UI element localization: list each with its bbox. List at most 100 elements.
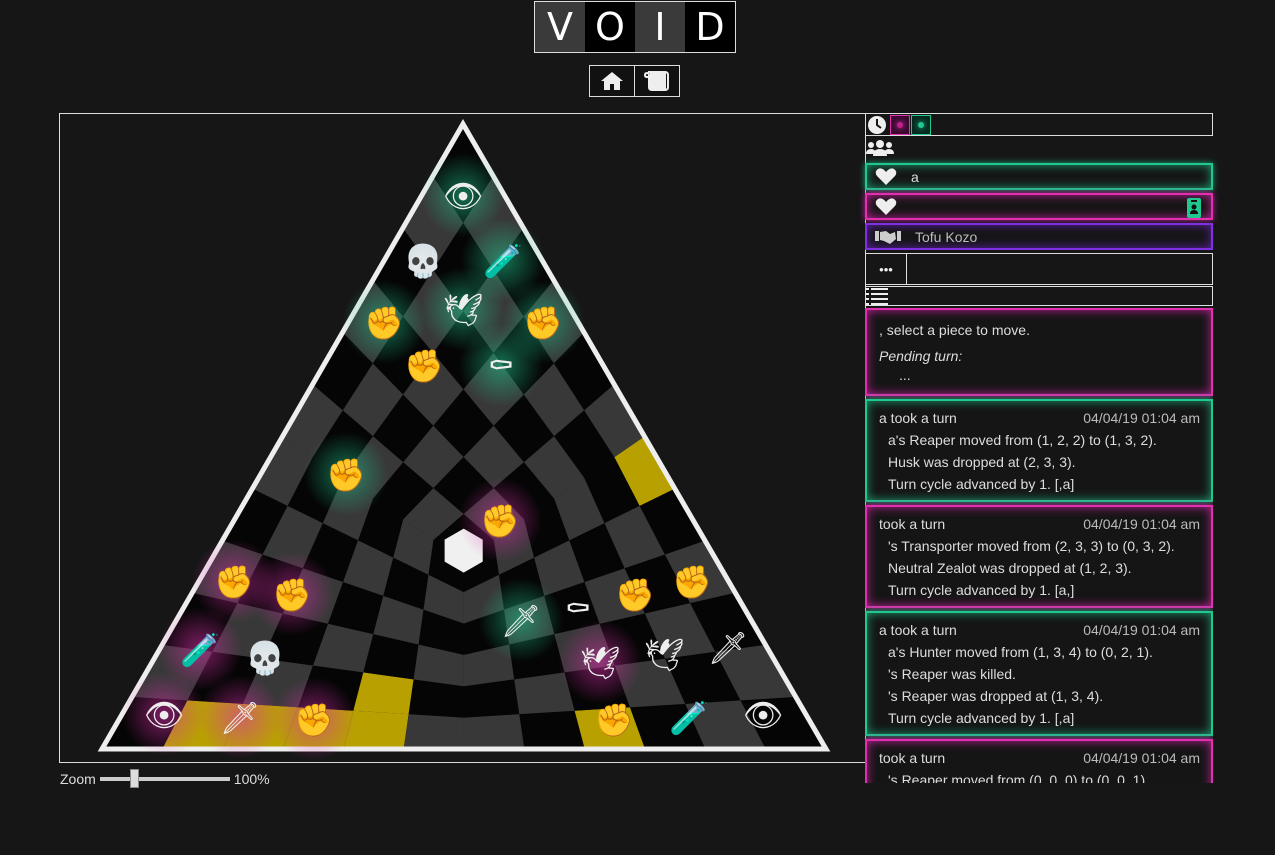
log-entry: a took a turn 04/04/19 01:04 am a's Reaper… [865,399,1213,502]
player-row-a[interactable]: a [865,163,1213,190]
pending-value: ... [899,367,911,383]
rules-button[interactable] [634,65,680,97]
fist-piece[interactable]: ✊ [404,347,444,385]
fist-icon: ✊ [615,576,655,614]
id-badge-icon [1187,198,1201,218]
pending-label: Pending turn: [879,348,963,364]
log-entries: a took a turn 04/04/19 01:04 am a's Reaper… [865,399,1213,783]
dagger-piece[interactable]: 🗡 [198,675,282,759]
side-panel: a Tofu Kozo ••• , select a piece to move… [865,113,1213,783]
heart-icon [875,167,897,185]
log-entry-header: a took a turn 04/04/19 01:04 am [879,410,1200,426]
green-timer-indicator [911,114,931,135]
more-button[interactable]: ••• [866,254,907,284]
log-entry-header: took a turn 04/04/19 01:04 am [879,750,1200,766]
log-entry: took a turn 04/04/19 01:04 am 's Transport… [865,505,1213,608]
dove-icon: 🕊 [644,636,685,674]
dove-piece[interactable]: 🕊 [644,636,685,674]
fist-piece[interactable]: ✊ [458,478,542,562]
fist-piece[interactable]: ✊ [615,576,655,614]
title-letter: O [585,2,635,52]
title-letter: I [635,2,685,52]
players-header [865,136,1213,160]
board-square[interactable] [353,672,414,715]
log-actor: took a turn [879,750,946,766]
board-svg: 👁💀 🧪✊ 🕊 ✊✊ ⚰✊✊✊ ✊🧪 💀👁 🗡 ✊🗡 ⚰ ✊ ✊🕊 🕊 🗡✊ 🧪 👁 [97,119,831,761]
log-actor: a took a turn [879,410,957,426]
fist-icon: ✊ [480,502,520,540]
zoom-label: Zoom [60,771,96,787]
log-timestamp: 04/04/19 01:04 am [1083,410,1200,426]
skull-piece[interactable]: 💀 [245,639,285,677]
dagger-icon: 🗡 [501,602,542,640]
fist-icon: ✊ [326,456,366,494]
board-square[interactable] [519,710,585,749]
magenta-timer-indicator [890,114,910,135]
log-header [865,286,1213,306]
dagger-piece[interactable]: 🗡 [479,578,563,662]
log-entry: a took a turn 04/04/19 01:04 am a's Hunter… [865,611,1213,736]
fist-icon: ✊ [364,304,404,342]
home-icon [601,72,623,90]
nav-buttons [589,65,680,97]
fist-piece[interactable]: ✊ [304,432,388,516]
fist-icon: ✊ [272,576,312,614]
title-letter: D [685,2,735,52]
eye-piece[interactable]: 👁 [122,672,206,756]
dove-icon: 🕊 [580,644,621,682]
current-turn-box: , select a piece to move. Pending turn: … [865,308,1213,396]
player-row-tofu-kozo[interactable]: Tofu Kozo [865,223,1213,250]
potion-icon: 🧪 [180,631,220,669]
skull-icon: 💀 [245,639,285,677]
player-row-magenta[interactable] [865,193,1213,220]
board-square[interactable] [463,714,525,749]
log-timestamp: 04/04/19 01:04 am [1083,750,1200,766]
log-line: 's Reaper moved from (0, 0, 0) to (0, 0,… [888,772,1149,784]
title-letter: V [535,2,585,52]
potion-icon: 🧪 [669,699,709,737]
zoom-value: 100% [233,771,270,787]
dagger-piece[interactable]: 🗡 [708,629,749,667]
list-icon [866,288,888,305]
log-line: a's Reaper moved from (1, 2, 2) to (1, 3… [888,432,1157,448]
eye-piece[interactable]: 👁 [743,696,784,734]
clock-icon [868,115,886,134]
fist-piece[interactable]: ✊ [594,701,634,739]
dove-piece[interactable]: 🕊 [558,620,642,704]
log-line: 's Reaper was dropped at (1, 3, 4). [888,688,1104,704]
zoom-slider[interactable] [99,769,230,788]
ellipsis-icon: ••• [879,261,893,277]
log-line: Neutral Zealot was dropped at (1, 2, 3). [888,560,1132,576]
log-entry-header: a took a turn 04/04/19 01:04 am [879,622,1200,638]
scythe-icon: ⚰ [488,347,515,385]
board-square[interactable] [403,714,464,749]
users-icon [866,140,894,156]
fist-piece[interactable]: ✊ [672,563,712,601]
log-entry-header: took a turn 04/04/19 01:04 am [879,516,1200,532]
heart-icon [875,197,897,215]
scroll-icon [643,71,669,91]
log-line: 's Reaper was killed. [888,666,1016,682]
fist-icon: ✊ [404,347,444,385]
skull-icon: 💀 [403,242,443,280]
player-name: Tofu Kozo [915,228,978,245]
zoom-control: Zoom 100% [60,769,270,788]
log-actor: took a turn [879,516,946,532]
home-button[interactable] [589,65,635,97]
game-title: V O I D [534,1,736,53]
log-line: a's Hunter moved from (1, 3, 4) to (0, 2… [888,644,1153,660]
log-line: Turn cycle advanced by 1. [a,] [888,582,1075,598]
turn-log[interactable]: , select a piece to move. Pending turn: … [865,308,1213,783]
skull-piece[interactable]: 💀 [403,242,443,280]
scythe-piece[interactable]: ⚰ [459,323,543,407]
potion-piece[interactable]: 🧪 [669,699,709,737]
fist-piece[interactable]: ✊ [272,677,356,761]
log-actor: a took a turn [879,622,957,638]
dove-icon: 🕊 [443,291,484,329]
zoom-slider-thumb[interactable] [129,769,139,788]
dagger-icon: 🗡 [708,629,749,667]
turn-prompt: , select a piece to move. [879,322,1030,338]
fist-piece[interactable]: ✊ [250,552,334,636]
log-line: Turn cycle advanced by 1. [,a] [888,476,1075,492]
eye-icon: 👁 [743,696,784,734]
